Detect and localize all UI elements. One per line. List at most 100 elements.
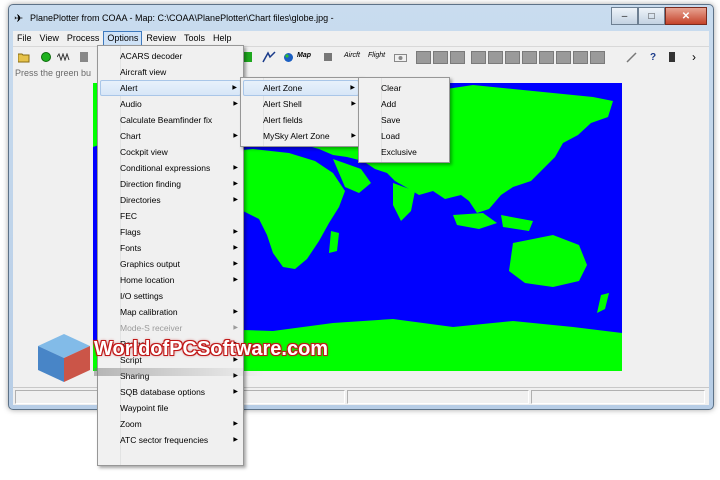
options-item-audio[interactable]: Audio ▶ xyxy=(100,96,241,112)
options-item-alert[interactable]: Alert ▶ xyxy=(100,80,241,96)
tool-icon-b[interactable] xyxy=(665,50,679,64)
disabled-tool-8 xyxy=(539,51,554,64)
alert-item-label: Alert fields xyxy=(263,115,303,125)
alert-submenu: Alert Zone ▶ Alert Shell ▶ Alert fields MySky… xyxy=(240,77,362,147)
submenu-arrow-icon: ▶ xyxy=(233,101,238,107)
disabled-tool-9 xyxy=(556,51,571,64)
alert-item-label: Alert Shell xyxy=(263,99,302,109)
disabled-tool-3 xyxy=(450,51,465,64)
options-item-label: Directories xyxy=(120,195,161,205)
options-item-label: Flags xyxy=(120,227,141,237)
help-icon[interactable]: ? xyxy=(646,50,660,64)
pen-icon[interactable] xyxy=(625,50,639,64)
camera-icon[interactable] xyxy=(393,50,407,64)
watermark-underline xyxy=(94,368,264,376)
submenu-arrow-icon: ▶ xyxy=(351,133,356,139)
radar-icon[interactable] xyxy=(262,50,276,64)
disabled-tool-1 xyxy=(416,51,431,64)
flight-button[interactable]: Flight xyxy=(368,52,385,59)
options-item-label: Home location xyxy=(120,275,175,285)
alert-zone-item-add[interactable]: Add xyxy=(361,96,447,112)
options-item-flags[interactable]: Flags ▶ xyxy=(100,224,241,240)
status-panel-2 xyxy=(347,390,529,404)
submenu-arrow-icon: ▶ xyxy=(233,261,238,267)
toolbar-tool-icon[interactable] xyxy=(77,50,91,64)
alert-zone-item-label: Load xyxy=(381,131,400,141)
aircraft-button[interactable]: Aircft xyxy=(344,52,360,59)
start-green-icon[interactable] xyxy=(39,50,53,64)
alert-item-label: MySky Alert Zone xyxy=(263,131,330,141)
menu-bar: File View Process Options Review Tools H… xyxy=(13,31,709,46)
maximize-button[interactable]: □ xyxy=(638,7,665,25)
options-item-waypoint-file[interactable]: Waypoint file xyxy=(100,400,241,416)
options-item-label: Zoom xyxy=(120,419,142,429)
menu-options[interactable]: Options xyxy=(103,31,143,46)
options-item-graphics-output[interactable]: Graphics output ▶ xyxy=(100,256,241,272)
alert-zone-item-clear[interactable]: Clear xyxy=(361,80,447,96)
indonesia-shape xyxy=(453,213,497,229)
watermark-text: WorldofPCSoftware.com xyxy=(94,338,329,360)
tool-icon-a[interactable] xyxy=(321,50,335,64)
disabled-tool-7 xyxy=(522,51,537,64)
minimize-button[interactable]: – xyxy=(611,7,638,25)
options-item-label: ACARS decoder xyxy=(120,51,183,61)
submenu-arrow-icon: ▶ xyxy=(233,437,238,443)
menu-tools[interactable]: Tools xyxy=(180,31,209,45)
options-item-fonts[interactable]: Fonts ▶ xyxy=(100,240,241,256)
close-button[interactable]: ✕ xyxy=(665,7,707,25)
alert-zone-item-load[interactable]: Load xyxy=(361,128,447,144)
map-button[interactable]: Map xyxy=(297,52,311,59)
options-item-conditional-expressions[interactable]: Conditional expressions ▶ xyxy=(100,160,241,176)
alert-item-alert-shell[interactable]: Alert Shell ▶ xyxy=(243,96,359,112)
menu-view[interactable]: View xyxy=(36,31,63,45)
signal-wave-icon[interactable] xyxy=(57,50,71,64)
options-item-calculate-beamfinder-fix[interactable]: Calculate Beamfinder fix xyxy=(100,112,241,128)
menu-review[interactable]: Review xyxy=(142,31,180,45)
options-item-label: ATC sector frequencies xyxy=(120,435,209,445)
disabled-tool-11 xyxy=(590,51,605,64)
open-folder-icon[interactable] xyxy=(17,50,31,64)
disabled-tool-6 xyxy=(505,51,520,64)
options-item-map-calibration[interactable]: Map calibration ▶ xyxy=(100,304,241,320)
title-bar[interactable]: ✈ PlanePlotter from COAA - Map: C:\COAA\… xyxy=(9,5,713,31)
options-item-direction-finding[interactable]: Direction finding ▶ xyxy=(100,176,241,192)
options-item-label: Calculate Beamfinder fix xyxy=(120,115,213,125)
alert-item-alert-zone[interactable]: Alert Zone ▶ xyxy=(243,80,359,96)
options-item-acars-decoder[interactable]: ACARS decoder xyxy=(100,48,241,64)
submenu-arrow-icon: ▶ xyxy=(233,277,238,283)
alert-zone-item-save[interactable]: Save xyxy=(361,112,447,128)
options-item-label: Waypoint file xyxy=(120,403,169,413)
alert-zone-item-label: Exclusive xyxy=(381,147,417,157)
globe-icon[interactable] xyxy=(281,50,295,64)
options-item-chart[interactable]: Chart ▶ xyxy=(100,128,241,144)
chevron-right-icon[interactable]: › xyxy=(687,50,701,64)
alert-item-mysky-alert-zone[interactable]: MySky Alert Zone ▶ xyxy=(243,128,359,144)
options-item-zoom[interactable]: Zoom ▶ xyxy=(100,416,241,432)
options-item-label: Direction finding xyxy=(120,179,181,189)
start-hint: Press the green bu xyxy=(15,68,92,78)
options-item-label: Audio xyxy=(120,99,142,109)
watermark: WorldofPCSoftware.com xyxy=(34,324,390,390)
options-item-atc-sector-frequencies[interactable]: ATC sector frequencies ▶ xyxy=(100,432,241,448)
options-item-aircraft-view[interactable]: Aircraft view xyxy=(100,64,241,80)
options-item-fec[interactable]: FEC xyxy=(100,208,241,224)
menu-process[interactable]: Process xyxy=(63,31,104,45)
new-zealand-shape xyxy=(597,293,609,313)
submenu-arrow-icon: ▶ xyxy=(233,133,238,139)
alert-zone-item-exclusive[interactable]: Exclusive xyxy=(361,144,447,160)
options-item-label: Chart xyxy=(120,131,141,141)
menu-file[interactable]: File xyxy=(13,31,36,45)
options-item-label: Graphics output xyxy=(120,259,181,269)
options-item-label: Fonts xyxy=(120,243,142,253)
options-item-home-location[interactable]: Home location ▶ xyxy=(100,272,241,288)
submenu-arrow-icon: ▶ xyxy=(232,85,237,91)
options-item-i-o-settings[interactable]: I/O settings xyxy=(100,288,241,304)
menu-help[interactable]: Help xyxy=(209,31,236,45)
alert-item-alert-fields[interactable]: Alert fields xyxy=(243,112,359,128)
watermark-logo-icon xyxy=(38,334,90,382)
airplane-icon: ✈ xyxy=(14,13,24,25)
madagascar-shape xyxy=(329,231,339,253)
submenu-arrow-icon: ▶ xyxy=(233,245,238,251)
options-item-cockpit-view[interactable]: Cockpit view xyxy=(100,144,241,160)
options-item-directories[interactable]: Directories ▶ xyxy=(100,192,241,208)
